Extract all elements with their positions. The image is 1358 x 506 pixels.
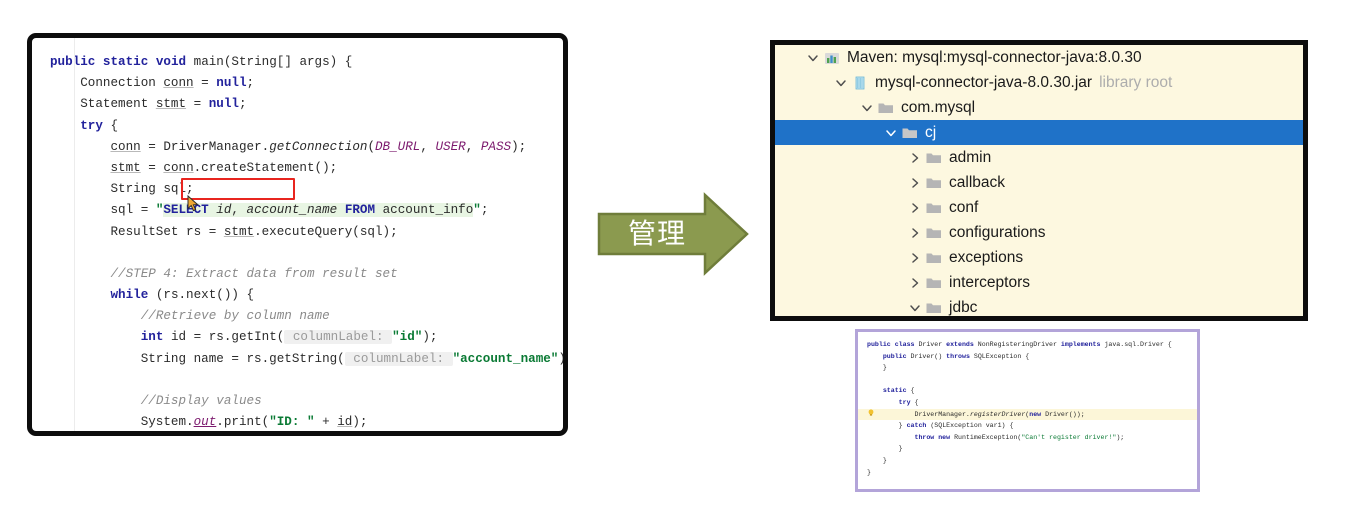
chevron-right-icon[interactable]	[907, 275, 923, 291]
intention-bulb-icon[interactable]	[868, 409, 874, 416]
mouse-cursor-icon	[187, 195, 199, 212]
snippet-line: }	[867, 364, 887, 372]
tree-row[interactable]: com.mysql	[775, 95, 1303, 120]
tree-item-label: configurations	[949, 223, 1046, 241]
jar-icon	[851, 75, 869, 91]
folder-icon	[925, 250, 943, 266]
folder-icon	[925, 200, 943, 216]
chevron-down-icon[interactable]	[859, 100, 875, 116]
chevron-right-icon[interactable]	[907, 200, 923, 216]
tree-item-label: callback	[949, 173, 1005, 191]
snippet-line-highlighted: DriverManager.registerDriver(new Driver(…	[858, 408, 1197, 421]
manage-arrow-label: 管理	[627, 217, 686, 250]
snippet-line: public Driver() throws SQLException {	[882, 352, 1030, 360]
tree-rows: Maven: mysql:mysql-connector-java:8.0.30…	[775, 45, 1303, 316]
snippet-line: } catch (SQLException var1) {	[867, 422, 1014, 430]
tree-item-label: admin	[949, 148, 992, 166]
snippet-line: }	[867, 456, 887, 464]
code-line: Connection conn = null;	[50, 76, 255, 91]
tree-item-label: exceptions	[949, 248, 1024, 266]
folder-icon	[877, 100, 895, 116]
tree-item-label: mysql-connector-java-8.0.30.jar	[875, 73, 1093, 91]
chevron-right-icon[interactable]	[907, 250, 923, 266]
folder-icon	[925, 275, 943, 291]
diagram-canvas: public static void main(String[] args) {…	[0, 0, 1358, 506]
code-line: System.out.print("ID: " + id);	[50, 415, 368, 430]
folder-icon	[925, 225, 943, 241]
tree-row[interactable]: interceptors	[775, 270, 1303, 295]
snippet-content: public class Driver extends NonRegisteri…	[858, 332, 1197, 478]
chevron-down-icon[interactable]	[883, 125, 899, 141]
code-line: String name = rs.getString( columnLabel:…	[50, 351, 563, 366]
folder-icon	[901, 125, 919, 141]
code-line: //Retrieve by column name	[140, 309, 330, 324]
tree-item-label: conf	[949, 198, 979, 216]
editor-content: public static void main(String[] args) {…	[32, 38, 563, 431]
code-line: while (rs.next()) {	[110, 288, 255, 303]
tree-row[interactable]: configurations	[775, 220, 1303, 245]
chevron-right-icon[interactable]	[907, 225, 923, 241]
java-source-editor-panel: public static void main(String[] args) {…	[27, 33, 568, 436]
manage-arrow: 管理	[597, 192, 765, 276]
code-line: int id = rs.getInt( columnLabel: "id");	[140, 330, 438, 345]
tree-row[interactable]: Maven: mysql:mysql-connector-java:8.0.30	[775, 45, 1303, 70]
snippet-line	[858, 374, 1197, 386]
tree-row[interactable]: jdbc	[775, 295, 1303, 316]
chevron-down-icon[interactable]	[805, 50, 821, 66]
maven-library-tree-panel: Maven: mysql:mysql-connector-java:8.0.30…	[770, 40, 1308, 321]
tree-item-label: interceptors	[949, 273, 1030, 291]
snippet-line: try {	[898, 398, 919, 406]
code-line: //STEP 4: Extract data from result set	[110, 266, 398, 281]
code-line: //Display values	[140, 394, 262, 408]
code-line: sql = "SELECT id, account_name FROM acco…	[50, 203, 489, 218]
code-line: public static void main(String[] args) {	[50, 55, 353, 69]
tree-row-selected[interactable]: cj	[775, 120, 1303, 145]
tree-item-label: jdbc	[949, 298, 978, 316]
code-line: Statement stmt = null;	[50, 97, 247, 112]
tree-row[interactable]: callback	[775, 170, 1303, 195]
chevron-down-icon[interactable]	[907, 300, 923, 316]
snippet-line: }	[867, 445, 903, 453]
chevron-right-icon[interactable]	[907, 150, 923, 166]
editor-gutter-line	[74, 38, 75, 431]
code-line: stmt = conn.createStatement();	[110, 160, 338, 175]
tree-row[interactable]: mysql-connector-java-8.0.30.jar library …	[775, 70, 1303, 95]
tree-item-label: Maven: mysql:mysql-connector-java:8.0.30	[847, 48, 1142, 66]
folder-icon	[925, 175, 943, 191]
snippet-line: static {	[882, 387, 915, 395]
code-line: conn = DriverManager.getConnection(DB_UR…	[110, 139, 527, 154]
tree-row[interactable]: exceptions	[775, 245, 1303, 270]
folder-icon	[925, 150, 943, 166]
tree-item-label: com.mysql	[901, 98, 976, 116]
snippet-line: throw new RuntimeException("Can't regist…	[914, 433, 1125, 441]
tree-item-suffix: library root	[1099, 73, 1173, 91]
chevron-right-icon[interactable]	[907, 175, 923, 191]
code-line: String sql;	[50, 182, 194, 197]
code-line: ResultSet rs = stmt.executeQuery(sql);	[50, 224, 398, 239]
code-line: try {	[80, 118, 119, 133]
snippet-line: }	[867, 468, 871, 476]
snippet-line: public class Driver extends NonRegisteri…	[867, 341, 1172, 348]
tree-row[interactable]: conf	[775, 195, 1303, 220]
driver-class-snippet-panel: public class Driver extends NonRegisteri…	[855, 329, 1200, 492]
chevron-down-icon[interactable]	[833, 75, 849, 91]
tree-row[interactable]: admin	[775, 145, 1303, 170]
tree-item-label: cj	[925, 123, 937, 141]
maven-icon	[823, 50, 841, 66]
folder-icon	[925, 300, 943, 316]
